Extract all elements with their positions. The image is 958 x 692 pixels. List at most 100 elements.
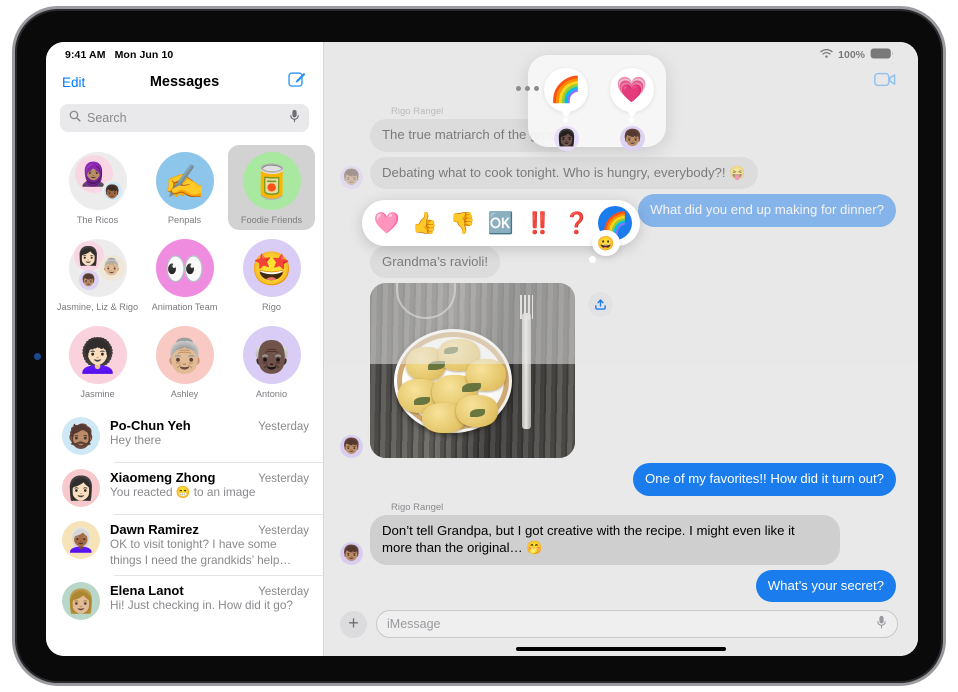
conversation-time: Yesterday [258,586,309,599]
message-row-6: 👦🏽 Don’t tell Grandpa, but I got creative… [340,514,896,565]
microphone-icon[interactable] [876,615,887,634]
message-bubble[interactable]: One of my favorites!! How did it turn ou… [633,463,901,496]
thumbs-down-tapback-icon[interactable]: 👎 [446,206,480,240]
conversation-name: Po-Chun Yeh [110,418,191,433]
avatar-secondary: 👵🏼 [98,255,125,281]
status-bar: 9:41 AM Mon Jun 10 [46,42,323,64]
message-sender-name: Rigo Rangel [391,501,444,513]
heart-tapback-icon[interactable]: 🩷 [370,206,404,240]
conversation-row-0[interactable]: 🧔🏽 Po-Chun Yeh Yesterday Hey there [46,410,323,462]
pinned-conversation-3[interactable]: 👩🏻 👵🏼 👦🏽 Jasmine, Liz & Rigo [54,232,141,317]
message-bubble[interactable]: What’s your secret? [755,569,902,603]
bezel-indicator-dot [34,353,41,360]
exclamation-tapback-icon[interactable]: ‼️ [522,206,556,240]
search-icon [69,109,81,127]
fork [520,295,533,430]
reaction-tail-dot [563,118,568,123]
message-bubble[interactable]: Don’t tell Grandpa, but I got creative w… [365,514,840,565]
conversation-preview: OK to visit tonight? I have some things … [110,537,292,567]
plate-of-ravioli-with-sage-photo[interactable] [370,283,575,459]
message-avatar: 👦🏽 [340,541,363,565]
message-row-4: 👦🏽 [340,283,896,459]
question-tapback-icon[interactable]: ❓ [560,206,594,240]
pinned-avatar: 👴🏿 [242,326,301,384]
save-to-photos-icon[interactable] [588,292,613,317]
avatar: 👩🏾‍🦳 [62,521,100,559]
haha-tapback-icon[interactable]: 🆗 [484,206,518,240]
conversation-preview: You reacted 😁 to an image [110,485,256,499]
message-avatar: 👦🏽 [340,435,363,459]
avatar-secondary: 👦🏾 [101,180,124,202]
microphone-icon[interactable] [289,109,300,128]
thumbs-up-tapback-icon[interactable]: 👍 [408,206,442,240]
pinned-avatar: 🤩 [242,239,301,297]
conversation-row-3[interactable]: 👩🏼 Elena Lanot Yesterday Hi! Just checking … [46,575,323,627]
sidebar-nav-bar: Edit Messages [46,64,323,100]
existing-reactions-popup[interactable]: 🌈 👩🏿 💗 👦🏽 [528,55,666,151]
reaction-author-avatar: 👦🏽 [620,126,645,151]
pinned-avatar: 🥫 [242,152,301,210]
conversation-time: Yesterday [258,525,309,537]
chat-pane: 100% Rigo Rangel👦🏽The true matriarch [324,42,918,656]
pinned-label: Rigo [262,302,281,312]
pink-heart-sticker: 💗 [610,68,654,118]
message-row-5: One of my favorites!! How did it turn ou… [340,463,901,496]
reaction-tail-dot [629,118,634,123]
conversation-preview: Hi! Just checking in. How did it go? [110,598,293,613]
messages-sidebar: 9:41 AM Mon Jun 10 Edit Messages Search … [46,42,324,656]
multitasking-handle-icon[interactable] [516,86,539,91]
add-attachment-icon[interactable]: + [340,610,367,638]
ipad-device-frame: 9:41 AM Mon Jun 10 Edit Messages Search … [12,6,946,686]
battery-percent-label: 100% [838,49,865,61]
message-row-1: 👦🏽 Debating what to cook tonight. Who is … [340,156,896,190]
wifi-icon [820,48,833,62]
pinned-label: The Ricos [76,215,119,225]
pinned-conversation-1[interactable]: ✍️ Penpals [141,145,228,230]
pinned-avatar: ✍️ [155,152,214,210]
pinned-conversation-4[interactable]: 👀 Animation Team [141,232,228,317]
imessage-input[interactable]: iMessage [376,610,898,638]
status-date: Mon Jun 10 [114,49,174,61]
pinned-conversation-6[interactable]: 👩🏻‍🦱 Jasmine [54,319,141,404]
message-bubble[interactable]: What did you end up making for dinner? [638,194,901,227]
imessage-placeholder: iMessage [387,617,441,631]
pinned-label: Jasmine, Liz & Rigo [56,302,139,312]
emoji-tapback-tail-bubble[interactable]: 😀 [592,230,620,256]
pinned-label: Penpals [167,215,202,225]
conversation-time: Yesterday [258,473,309,485]
pinned-conversation-2[interactable]: 🥫 Foodie Friends [228,145,315,230]
pinned-label: Animation Team [151,302,218,312]
pinned-label: Jasmine [80,389,115,399]
reaction-entry-0[interactable]: 🌈 👩🏿 [544,68,588,151]
compose-icon[interactable] [288,70,307,94]
conversation-row-2[interactable]: 👩🏾‍🦳 Dawn Ramirez Yesterday OK to visit ton… [46,514,323,575]
pinned-conversation-5[interactable]: 🤩 Rigo [228,232,315,317]
avatar: 🧔🏽 [62,417,100,455]
page-title: Messages [149,74,220,90]
emoji-tapback-tail-dot [589,256,596,263]
search-input[interactable]: Search [60,104,309,132]
conversation-name: Xiaomeng Zhong [110,470,216,485]
home-indicator [516,647,726,651]
conversation-name: Dawn Ramirez [110,522,199,537]
rainbow-sticker: 🌈 [544,68,588,118]
reaction-entry-1[interactable]: 💗 👦🏽 [610,68,654,151]
pinned-avatar: 🧕🏽 👦🏾 [68,152,127,210]
pinned-conversation-7[interactable]: 👵🏼 Ashley [141,319,228,404]
reaction-author-avatar: 👩🏿 [554,126,579,151]
facetime-video-icon[interactable] [874,72,896,92]
message-bubble[interactable]: Grandma’s ravioli! [370,245,501,279]
battery-icon [870,48,894,62]
pinned-conversations-grid: 🧕🏽 👦🏾 The Ricos ✍️ Penpals 🥫 Foodie Friends 👩🏻 👵… [46,141,323,406]
message-avatar: 👦🏽 [340,166,363,190]
message-thread[interactable]: Rigo Rangel👦🏽The true matriarch of the g… [324,100,918,656]
conversation-row-1[interactable]: 👩🏻 Xiaomeng Zhong Yesterday You reacted 😁 t… [46,462,323,514]
pinned-conversation-0[interactable]: 🧕🏽 👦🏾 The Ricos [54,145,141,230]
avatar: 👩🏻 [62,469,100,507]
pinned-conversation-8[interactable]: 👴🏿 Antonio [228,319,315,404]
pinned-avatar: 👩🏻 👵🏼 👦🏽 [68,239,127,297]
pinned-avatar: 👩🏻‍🦱 [68,326,127,384]
conversation-name: Elena Lanot [110,583,184,599]
avatar: 👩🏼 [62,582,100,621]
message-bubble[interactable]: Debating what to cook tonight. Who is hu… [365,156,758,190]
